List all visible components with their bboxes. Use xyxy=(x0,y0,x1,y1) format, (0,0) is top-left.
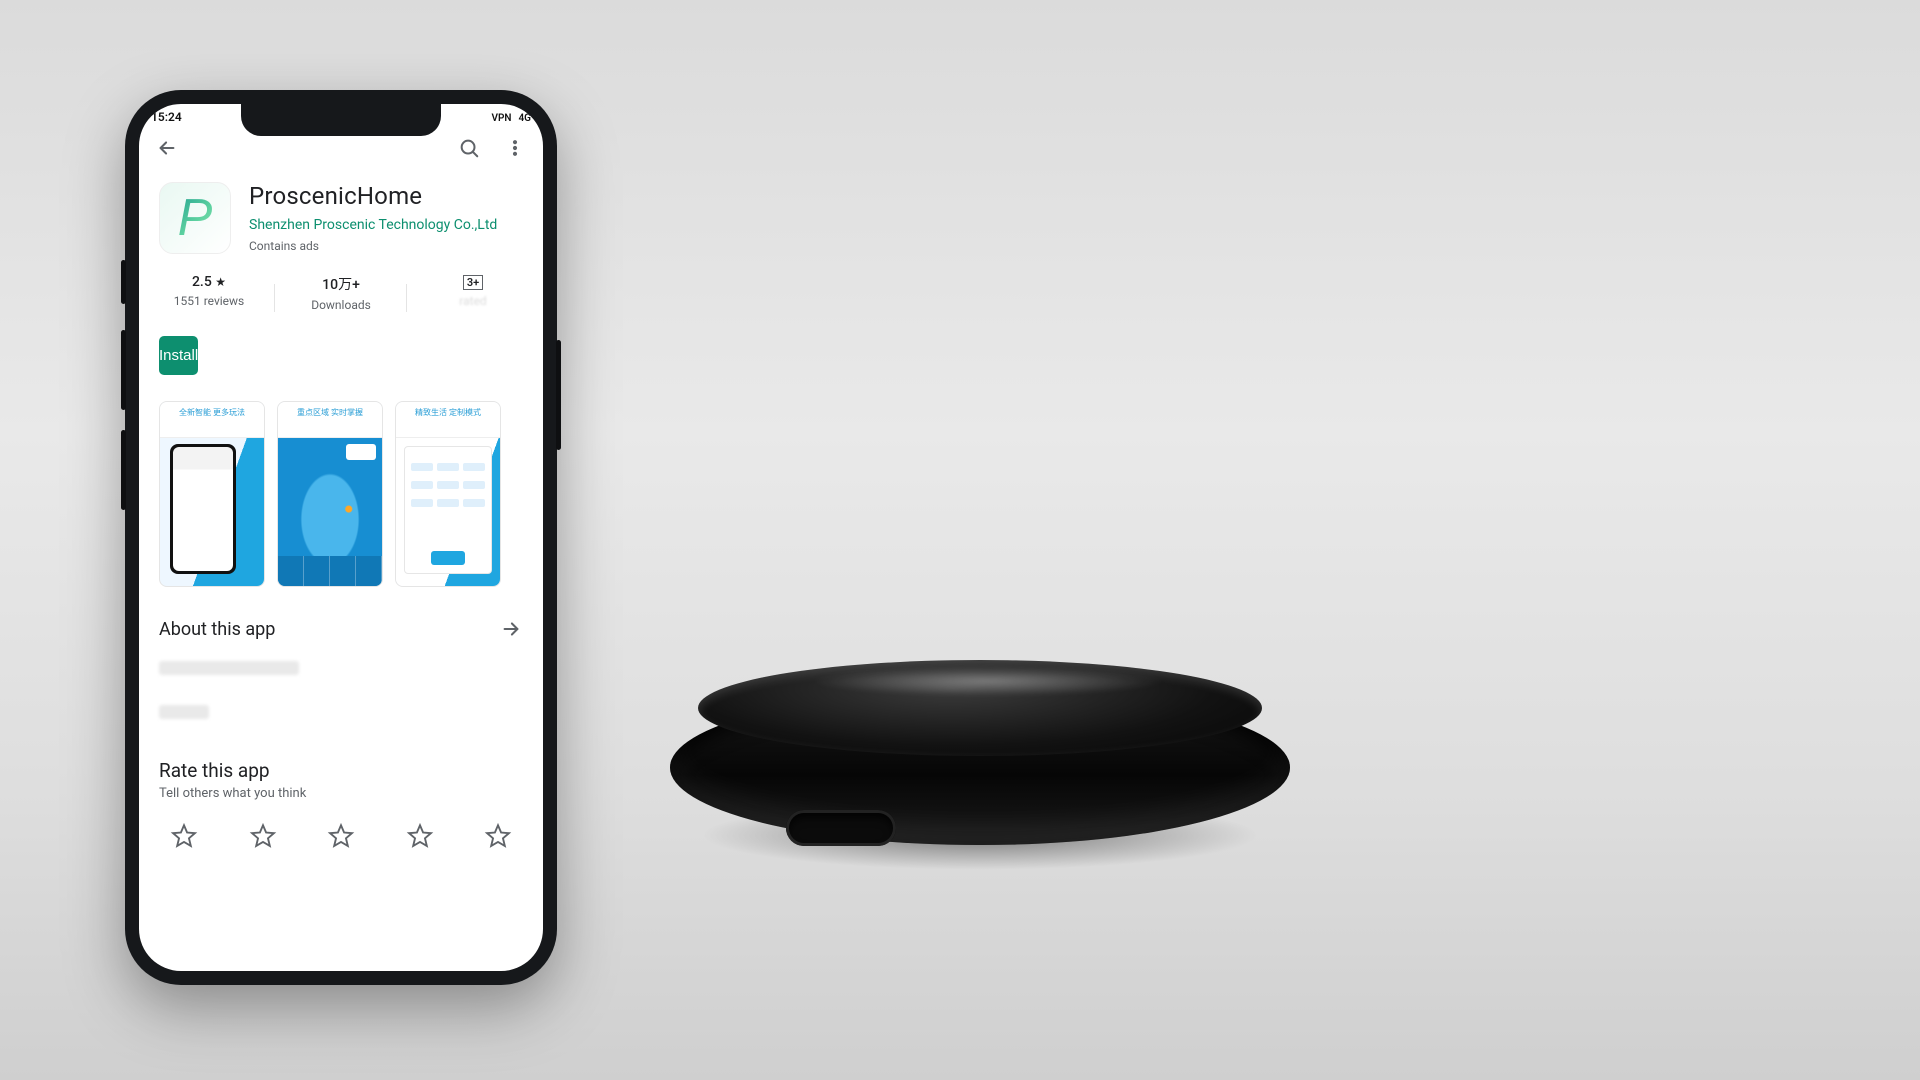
age-badge: 3+ xyxy=(463,275,483,290)
status-indicators: VPN 4G xyxy=(487,110,531,124)
rate-title: Rate this app xyxy=(159,759,523,782)
app-icon-letter: P xyxy=(178,188,213,248)
app-stats: 2.5 ★ 1551 reviews 10万+ Downloads 3+ rat… xyxy=(139,260,543,318)
star-icon: ★ xyxy=(215,275,226,289)
rate-subtitle: Tell others what you think xyxy=(159,786,523,801)
search-icon[interactable] xyxy=(457,136,481,160)
phone-volume-down xyxy=(121,430,126,510)
robot-highlight xyxy=(808,666,1168,696)
phone-power xyxy=(556,340,561,450)
screenshot-2[interactable]: 重点区域 实时掌握 xyxy=(277,401,383,587)
stat-age[interactable]: 3+ rated xyxy=(407,274,539,312)
about-text-placeholder xyxy=(159,661,299,675)
about-tag-placeholder xyxy=(159,705,209,719)
phone-frame: 15:24 VPN 4G P P xyxy=(125,90,557,985)
status-time: 15:24 xyxy=(151,110,182,124)
stat-downloads: 10万+ Downloads xyxy=(275,274,407,312)
stat-rating[interactable]: 2.5 ★ 1551 reviews xyxy=(143,274,275,312)
status-network: 4G xyxy=(518,113,531,124)
app-header: P ProscenicHome Shenzhen Proscenic Techn… xyxy=(139,170,543,260)
rate-section: Rate this app Tell others what you think xyxy=(139,719,543,851)
downloads-label: Downloads xyxy=(275,298,407,312)
phone-side-button xyxy=(121,260,126,304)
screenshot-caption: 全新智能 更多玩法 xyxy=(160,402,264,438)
robot-top xyxy=(698,660,1262,756)
more-icon[interactable] xyxy=(503,136,527,160)
robot-vacuum xyxy=(660,640,1300,870)
rate-star-5[interactable] xyxy=(483,821,513,851)
status-vpn: VPN xyxy=(491,113,511,124)
about-title: About this app xyxy=(159,619,275,640)
screenshot-1[interactable]: 全新智能 更多玩法 xyxy=(159,401,265,587)
app-ads-label: Contains ads xyxy=(249,239,497,253)
rate-star-4[interactable] xyxy=(405,821,435,851)
rate-star-2[interactable] xyxy=(248,821,278,851)
rate-star-3[interactable] xyxy=(326,821,356,851)
phone-volume-up xyxy=(121,330,126,410)
robot-vent xyxy=(786,810,896,846)
reviews-count: 1551 reviews xyxy=(143,294,275,308)
arrow-right-icon[interactable] xyxy=(499,617,523,641)
screenshot-3[interactable]: 精致生活 定制模式 xyxy=(395,401,501,587)
phone-notch xyxy=(241,104,441,136)
downloads-value: 10万+ xyxy=(275,274,407,294)
screenshot-carousel[interactable]: 全新智能 更多玩法 重点区域 实时掌握 精致生活 定制模式 xyxy=(139,375,543,587)
install-button[interactable]: Install xyxy=(159,336,198,375)
about-section[interactable]: About this app xyxy=(139,587,543,647)
rate-star-1[interactable] xyxy=(169,821,199,851)
screenshot-caption: 精致生活 定制模式 xyxy=(396,402,500,438)
phone-screen: 15:24 VPN 4G P P xyxy=(139,104,543,971)
rate-stars xyxy=(159,801,523,851)
app-title: ProscenicHome xyxy=(249,182,497,210)
rating-value: 2.5 xyxy=(192,274,212,290)
app-icon[interactable]: P xyxy=(159,182,231,254)
age-label: rated xyxy=(407,294,539,308)
back-icon[interactable] xyxy=(155,136,179,160)
app-developer[interactable]: Shenzhen Proscenic Technology Co.,Ltd xyxy=(249,216,497,235)
screenshot-caption: 重点区域 实时掌握 xyxy=(278,402,382,438)
